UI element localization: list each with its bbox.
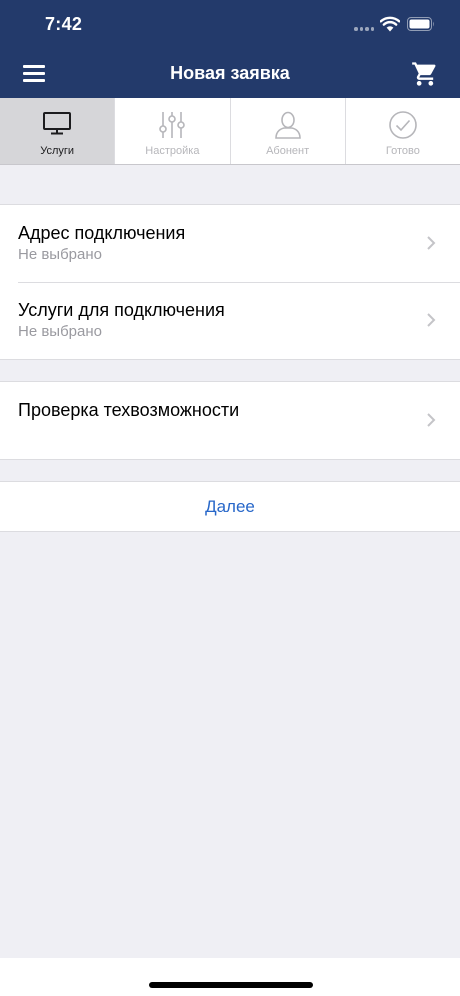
chevron-right-icon [427, 413, 436, 427]
status-time: 7:42 [45, 14, 83, 34]
next-button[interactable]: Далее [0, 497, 460, 517]
address-value: Не выбрано [18, 246, 102, 263]
tab-label: Услуги [40, 145, 75, 157]
monitor-icon [43, 112, 72, 135]
wifi-icon [380, 16, 400, 32]
cellular-signal-icon [354, 27, 376, 31]
next-group: Далее [0, 481, 460, 532]
step-tabs: Услуги Настройка Абонент Готово [0, 98, 460, 165]
tab-label: Настройка [145, 145, 200, 157]
sliders-icon [159, 112, 186, 138]
tab-settings[interactable]: Настройка [115, 98, 231, 164]
home-indicator-area [0, 958, 460, 996]
cart-icon[interactable] [411, 60, 439, 88]
nav-bar: Новая заявка [0, 50, 460, 98]
tab-services[interactable]: Услуги [0, 98, 116, 164]
services-cell[interactable]: Услуги для подключения Не выбрано [0, 282, 460, 359]
tab-label: Абонент [266, 145, 310, 157]
address-cell[interactable]: Адрес подключения Не выбрано [0, 205, 460, 282]
services-value: Не выбрано [18, 323, 102, 340]
tab-label: Готово [385, 145, 420, 157]
tab-subscriber[interactable]: Абонент [231, 98, 346, 164]
chevron-right-icon [427, 236, 436, 250]
home-indicator [149, 982, 313, 988]
page-title: Новая заявка [170, 63, 290, 83]
check-circle-icon [389, 111, 417, 139]
person-icon [274, 111, 301, 139]
address-title: Адрес подключения [18, 223, 186, 243]
check-group: Проверка техвозможности [0, 381, 460, 460]
chevron-right-icon [427, 313, 436, 327]
tech-check-cell[interactable]: Проверка техвозможности [0, 382, 460, 459]
status-bar: 7:42 [0, 0, 460, 50]
tech-check-title: Проверка техвозможности [18, 400, 240, 420]
tab-done[interactable]: Готово [346, 98, 460, 164]
connection-group: Адрес подключения Не выбрано Услуги для … [0, 204, 460, 360]
battery-icon [407, 17, 434, 31]
services-title: Услуги для подключения [18, 300, 225, 320]
app-header: 7:42 Новая заявка [0, 0, 460, 98]
